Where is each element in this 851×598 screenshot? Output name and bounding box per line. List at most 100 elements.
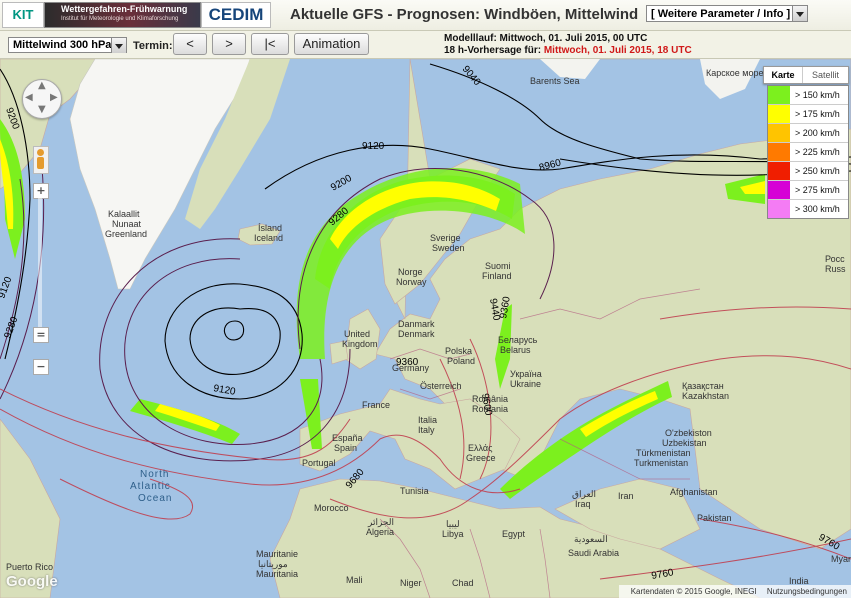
label-algeria: Algeria: [366, 527, 394, 537]
pan-left-icon[interactable]: ◀: [25, 92, 33, 103]
google-logo[interactable]: Google: [6, 573, 58, 590]
map-type-satellit-button[interactable]: Satellit: [803, 67, 848, 83]
animation-button[interactable]: Animation: [294, 33, 369, 55]
label-italia: Italia: [418, 415, 437, 425]
street-view-pegman-icon[interactable]: [33, 146, 49, 174]
label-turkmenistan-local: Türkmenistan: [636, 448, 691, 458]
label-poland: Poland: [447, 356, 475, 366]
label-uzbekistan: Uzbekistan: [662, 438, 707, 448]
chevron-down-icon[interactable]: [111, 38, 126, 53]
label-belarus: Belarus: [500, 345, 531, 355]
label-nunaat: Nunaat: [112, 219, 142, 229]
label-finland: Finland: [482, 271, 512, 281]
label-kazakhstan: Kazakhstan: [682, 391, 729, 401]
legend-row: > 200 km/h: [768, 124, 848, 143]
legend-swatch: [768, 105, 790, 123]
legend-label: > 250 km/h: [795, 166, 840, 176]
label-libya: Libya: [442, 529, 464, 539]
banner-subtitle: Institut für Meteorologie und Klimaforsc…: [61, 16, 179, 22]
kit-logo[interactable]: KIT: [2, 2, 44, 28]
label-island: Ísland: [258, 223, 282, 233]
legend-swatch: [768, 200, 790, 218]
label-myanmar: Myar: [831, 554, 851, 564]
legend-label: > 200 km/h: [795, 128, 840, 138]
zoom-slider[interactable]: [38, 197, 42, 329]
label-morocco: Morocco: [314, 503, 349, 513]
label-pakistan: Pakistan: [697, 513, 732, 523]
label-turkmenistan: Turkmenistan: [634, 458, 688, 468]
contour-label: 9120: [362, 141, 385, 152]
attribution-text: Kartendaten © 2015 Google, INEGI: [630, 587, 757, 596]
label-mauritania: Mauritania: [256, 569, 298, 579]
label-denmark: Denmark: [398, 329, 435, 339]
label-afghanistan: Afghanistan: [670, 487, 718, 497]
termin-label: Termin:: [133, 40, 173, 52]
label-tunisia: Tunisia: [400, 486, 429, 496]
contour-label: 8960: [538, 157, 563, 173]
label-russia-cyr: Росс: [825, 254, 845, 264]
first-button[interactable]: |<: [251, 33, 289, 55]
legend-swatch: [768, 86, 790, 104]
level-dropdown-label: Mittelwind 300 hPa: [13, 39, 112, 51]
label-ellas: Ελλάς: [468, 443, 493, 453]
label-saudi-arabia: Saudi Arabia: [568, 548, 619, 558]
pan-control[interactable]: ▲ ▼ ◀ ▶: [22, 79, 62, 119]
label-portugal: Portugal: [302, 458, 336, 468]
contour-label: 9040: [460, 64, 483, 88]
map-attribution: Kartendaten © 2015 Google, INEGI Nutzung…: [618, 585, 851, 598]
label-espana: España: [332, 433, 363, 443]
contour-label: 9120: [212, 383, 236, 398]
map-view[interactable]: Barents Sea Карское море Kalaallit Nunaa…: [0, 59, 851, 598]
forecast-time: Mittwoch, 01. Juli 2015, 18 UTC: [543, 45, 692, 56]
label-kazakhstan-local: Қазақстан: [682, 381, 724, 391]
legend-row: > 175 km/h: [768, 105, 848, 124]
map-type-karte-button[interactable]: Karte: [764, 67, 803, 83]
label-ocean: Ocean: [138, 493, 172, 504]
label-italy: Italy: [418, 425, 435, 435]
label-saudi-ar: السعودية: [574, 534, 608, 545]
label-atlantic: Atlantic: [130, 481, 171, 492]
chevron-down-icon[interactable]: [792, 6, 807, 21]
pan-up-icon[interactable]: ▲: [38, 80, 46, 91]
pan-down-icon[interactable]: ▼: [38, 104, 46, 115]
legend-row: > 250 km/h: [768, 162, 848, 181]
forecast-line: 18 h-Vorhersage für: Mittwoch, 01. Juli …: [444, 45, 692, 57]
parameter-dropdown-label: [ Weitere Parameter / Info ]: [651, 8, 791, 20]
legend-swatch: [768, 181, 790, 199]
legend-row: > 225 km/h: [768, 143, 848, 162]
label-sweden: Sweden: [432, 243, 465, 253]
legend-row: > 275 km/h: [768, 181, 848, 200]
previous-button[interactable]: <: [173, 33, 207, 55]
label-ukraine-cyr: Україна: [510, 369, 542, 379]
label-spain: Spain: [334, 443, 357, 453]
label-mali: Mali: [346, 575, 363, 585]
terms-link[interactable]: Nutzungsbedingungen: [767, 587, 847, 596]
label-russia: Russ: [825, 264, 846, 274]
cedim-logo[interactable]: CEDIM: [201, 2, 271, 28]
contour-label: 9360: [396, 357, 419, 368]
legend-label: > 225 km/h: [795, 147, 840, 157]
map-canvas[interactable]: Barents Sea Карское море Kalaallit Nunaa…: [0, 59, 851, 598]
label-france: France: [362, 400, 390, 410]
model-run-text: Modelllauf: Mittwoch, 01. Juli 2015, 00 …: [444, 33, 648, 44]
label-iraq: Iraq: [575, 499, 591, 509]
label-libya-ar: ليبيا: [446, 519, 460, 529]
zoom-out-button[interactable]: −: [33, 359, 49, 375]
parameter-dropdown[interactable]: [ Weitere Parameter / Info ]: [646, 5, 808, 22]
label-belarus-cyr: Беларусь: [498, 335, 538, 345]
map-type-control: Karte Satellit: [763, 66, 849, 84]
legend-row: > 300 km/h: [768, 200, 848, 218]
zoom-handle[interactable]: =: [33, 327, 49, 343]
warning-banner-logo[interactable]: Wettergefahren-Frühwarnung Institut für …: [44, 2, 201, 28]
page-title: Aktuelle GFS - Prognosen: Windböen, Mitt…: [290, 6, 639, 23]
next-button[interactable]: >: [212, 33, 246, 55]
label-norway: Norway: [396, 277, 427, 287]
label-kara-sea: Карское море: [706, 68, 764, 78]
contour-label: 9200: [329, 173, 354, 194]
label-niger: Niger: [400, 578, 422, 588]
level-dropdown[interactable]: Mittelwind 300 hPa: [8, 37, 127, 53]
pan-right-icon[interactable]: ▶: [50, 92, 58, 103]
label-ukraine: Ukraine: [510, 379, 541, 389]
run-info: Modelllauf: Mittwoch, 01. Juli 2015, 00 …: [444, 33, 692, 57]
label-barents-sea: Barents Sea: [530, 76, 580, 86]
